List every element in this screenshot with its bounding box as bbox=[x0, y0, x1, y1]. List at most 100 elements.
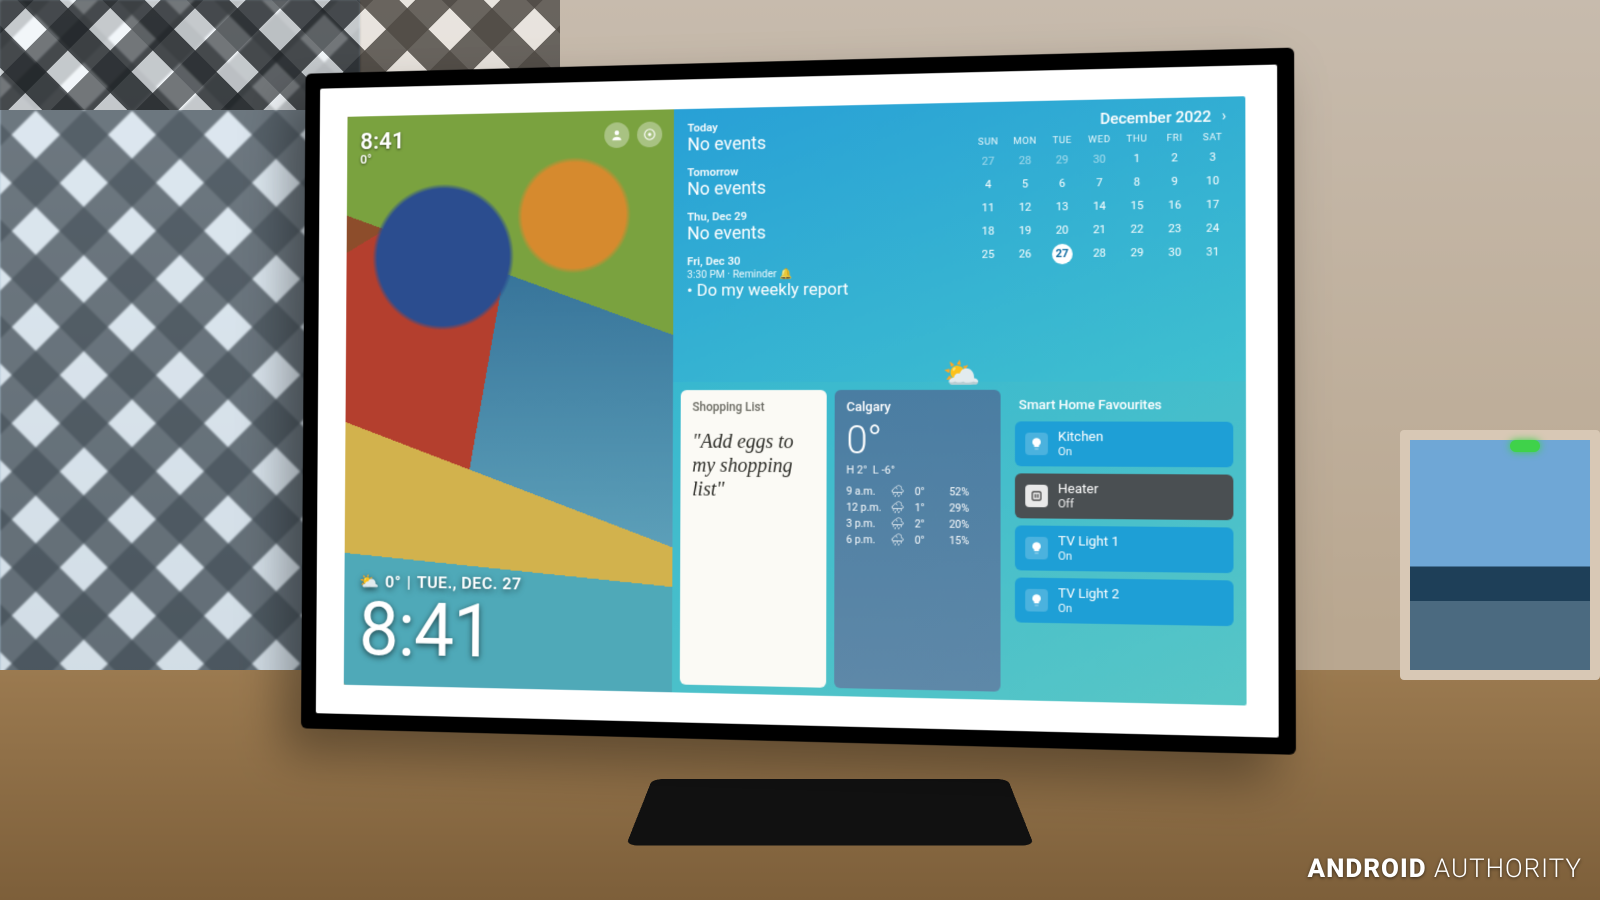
calendar-day[interactable]: 29 bbox=[1119, 243, 1155, 264]
smart-home-widget[interactable]: Smart Home Favourites KitchenOnHeaterOff… bbox=[1009, 390, 1239, 697]
forecast-temp: 0° bbox=[915, 485, 943, 498]
calendar-day[interactable]: 31 bbox=[1195, 242, 1231, 263]
calendar-day-prev[interactable]: 30 bbox=[1082, 149, 1117, 169]
device-kitchen[interactable]: KitchenOn bbox=[1015, 422, 1234, 468]
calendar-day[interactable]: 13 bbox=[1045, 197, 1080, 217]
agenda-day: TomorrowNo events bbox=[687, 160, 948, 199]
device-stand bbox=[626, 779, 1034, 845]
forecast-time: 9 a.m. bbox=[846, 485, 884, 498]
calendar-title: December 2022 bbox=[1100, 107, 1211, 128]
calendar-grid: SUNMONTUEWEDTHUFRISAT2728293012345678910… bbox=[971, 132, 1231, 266]
device-name: TV Light 2 bbox=[1058, 587, 1119, 603]
calendar-day[interactable]: 21 bbox=[1082, 220, 1117, 240]
forecast-humidity: 29% bbox=[949, 502, 984, 516]
forecast-time: 3 p.m. bbox=[846, 517, 884, 530]
watermark: ANDROID AUTHORITY bbox=[1308, 854, 1583, 884]
device-name: Heater bbox=[1058, 482, 1098, 498]
calendar-day-prev[interactable]: 28 bbox=[1008, 151, 1043, 171]
shopping-title: Shopping List bbox=[692, 400, 814, 414]
reminder-text: • Do my weekly report bbox=[687, 279, 948, 301]
weather-city: Calgary bbox=[846, 400, 988, 415]
calendar-day[interactable]: 4 bbox=[971, 175, 1006, 195]
agenda-day: Thu, Dec 29No events bbox=[687, 206, 948, 245]
device-heater[interactable]: HeaterOff bbox=[1015, 474, 1234, 521]
big-clock: 8:41 bbox=[359, 594, 522, 668]
calendar-day[interactable]: 16 bbox=[1157, 195, 1193, 215]
calendar-day-today[interactable]: 27 bbox=[1052, 244, 1073, 265]
calendar-day-prev[interactable]: 29 bbox=[1045, 150, 1080, 170]
calendar-day[interactable]: 22 bbox=[1119, 219, 1155, 239]
plug-icon bbox=[1025, 485, 1048, 508]
weather-widget[interactable]: Calgary ⛅ 0° H 2° L -6° 9 a.m.🌧0°52%12 p… bbox=[834, 390, 1001, 691]
device-tv-light-2[interactable]: TV Light 2On bbox=[1015, 578, 1234, 627]
calendar-day[interactable]: 12 bbox=[1008, 197, 1043, 217]
calendar-day[interactable]: 5 bbox=[1008, 174, 1043, 194]
device-name: Kitchen bbox=[1058, 430, 1103, 445]
calendar-day[interactable]: 15 bbox=[1119, 196, 1155, 216]
bulb-icon bbox=[1025, 537, 1048, 560]
forecast-time: 12 p.m. bbox=[846, 501, 884, 514]
widget-area: TodayNo eventsTomorrowNo eventsThu, Dec … bbox=[672, 96, 1247, 705]
forecast-temp: 0° bbox=[915, 534, 943, 547]
calendar-day[interactable]: 11 bbox=[971, 198, 1006, 218]
calendar-dow: FRI bbox=[1157, 132, 1193, 144]
calendar-day[interactable]: 20 bbox=[1045, 220, 1080, 240]
calendar-dow: WED bbox=[1082, 134, 1117, 146]
smart-home-title: Smart Home Favourites bbox=[1019, 398, 1233, 414]
calendar-day[interactable]: 7 bbox=[1082, 173, 1117, 193]
calendar-widget[interactable]: December 2022 › SUNMONTUEWEDTHUFRISAT272… bbox=[963, 96, 1246, 382]
device-state: On bbox=[1058, 445, 1103, 458]
calendar-day[interactable]: 25 bbox=[971, 245, 1006, 266]
reminder-icon: 🔔 bbox=[779, 267, 792, 280]
calendar-day[interactable]: 14 bbox=[1082, 196, 1117, 216]
profile-icon[interactable] bbox=[604, 122, 629, 148]
home-screen: 8:41 0° ⛅ 0° | TUE., DEC. 27 8:41 bbox=[344, 96, 1247, 705]
forecast-row: 6 p.m.🌧0°15% bbox=[846, 533, 988, 548]
forecast-icon: 🌧 bbox=[890, 485, 908, 498]
calendar-day[interactable]: 23 bbox=[1157, 219, 1193, 239]
mini-temp: 0° bbox=[360, 152, 404, 167]
agenda-calendar-row: TodayNo eventsTomorrowNo eventsThu, Dec … bbox=[673, 96, 1246, 382]
shopping-list-widget[interactable]: Shopping List "Add eggs to my shopping l… bbox=[680, 390, 827, 687]
forecast-temp: 1° bbox=[915, 501, 943, 514]
bulb-icon bbox=[1025, 433, 1048, 456]
agenda-widget[interactable]: TodayNo eventsTomorrowNo eventsThu, Dec … bbox=[673, 103, 963, 383]
weather-cloud-icon: ⛅ bbox=[943, 357, 981, 393]
reminder-block: Fri, Dec 30 3:30 PM · Reminder 🔔 • Do my… bbox=[687, 251, 948, 301]
calendar-day[interactable]: 8 bbox=[1119, 172, 1155, 192]
clock-block: ⛅ 0° | TUE., DEC. 27 8:41 bbox=[359, 572, 522, 667]
calendar-day-prev[interactable]: 27 bbox=[971, 151, 1006, 171]
calendar-next-icon[interactable]: › bbox=[1222, 108, 1226, 125]
calendar-day[interactable]: 24 bbox=[1195, 218, 1231, 238]
calendar-day[interactable]: 28 bbox=[1082, 243, 1117, 264]
photo-led bbox=[1510, 440, 1540, 452]
assistant-icon[interactable] bbox=[637, 121, 662, 147]
calendar-day[interactable]: 9 bbox=[1157, 171, 1193, 191]
calendar-day[interactable]: 18 bbox=[971, 221, 1006, 241]
forecast-temp: 2° bbox=[915, 518, 943, 531]
device-state: On bbox=[1058, 602, 1119, 616]
device-tv-light-1[interactable]: TV Light 1On bbox=[1015, 526, 1234, 574]
art-clock-panel[interactable]: 8:41 0° ⛅ 0° | TUE., DEC. 27 8:41 bbox=[344, 109, 674, 692]
forecast-humidity: 52% bbox=[949, 486, 984, 499]
forecast-icon: 🌧 bbox=[890, 517, 908, 530]
forecast-humidity: 20% bbox=[949, 518, 984, 532]
forecast-row: 3 p.m. 🌧 2° 20% bbox=[846, 517, 988, 532]
forecast-icon: 🌧 bbox=[890, 501, 908, 514]
device-state: Off bbox=[1058, 498, 1098, 512]
calendar-day[interactable]: 1 bbox=[1119, 148, 1155, 168]
calendar-day[interactable]: 10 bbox=[1195, 171, 1231, 191]
calendar-dow: THU bbox=[1119, 133, 1155, 145]
calendar-day[interactable]: 17 bbox=[1195, 194, 1231, 214]
device-state: On bbox=[1058, 550, 1119, 564]
calendar-dow: SUN bbox=[971, 136, 1006, 148]
calendar-day[interactable]: 3 bbox=[1195, 147, 1231, 167]
mini-time: 8:41 bbox=[360, 129, 404, 153]
forecast-row: 12 p.m. 🌧 1° 29% bbox=[846, 501, 988, 515]
calendar-day[interactable]: 6 bbox=[1045, 173, 1080, 193]
calendar-dow: TUE bbox=[1045, 135, 1080, 147]
calendar-day[interactable]: 19 bbox=[1008, 221, 1043, 241]
calendar-day[interactable]: 26 bbox=[1008, 244, 1043, 265]
calendar-day[interactable]: 30 bbox=[1157, 242, 1193, 263]
calendar-day[interactable]: 2 bbox=[1157, 148, 1193, 168]
